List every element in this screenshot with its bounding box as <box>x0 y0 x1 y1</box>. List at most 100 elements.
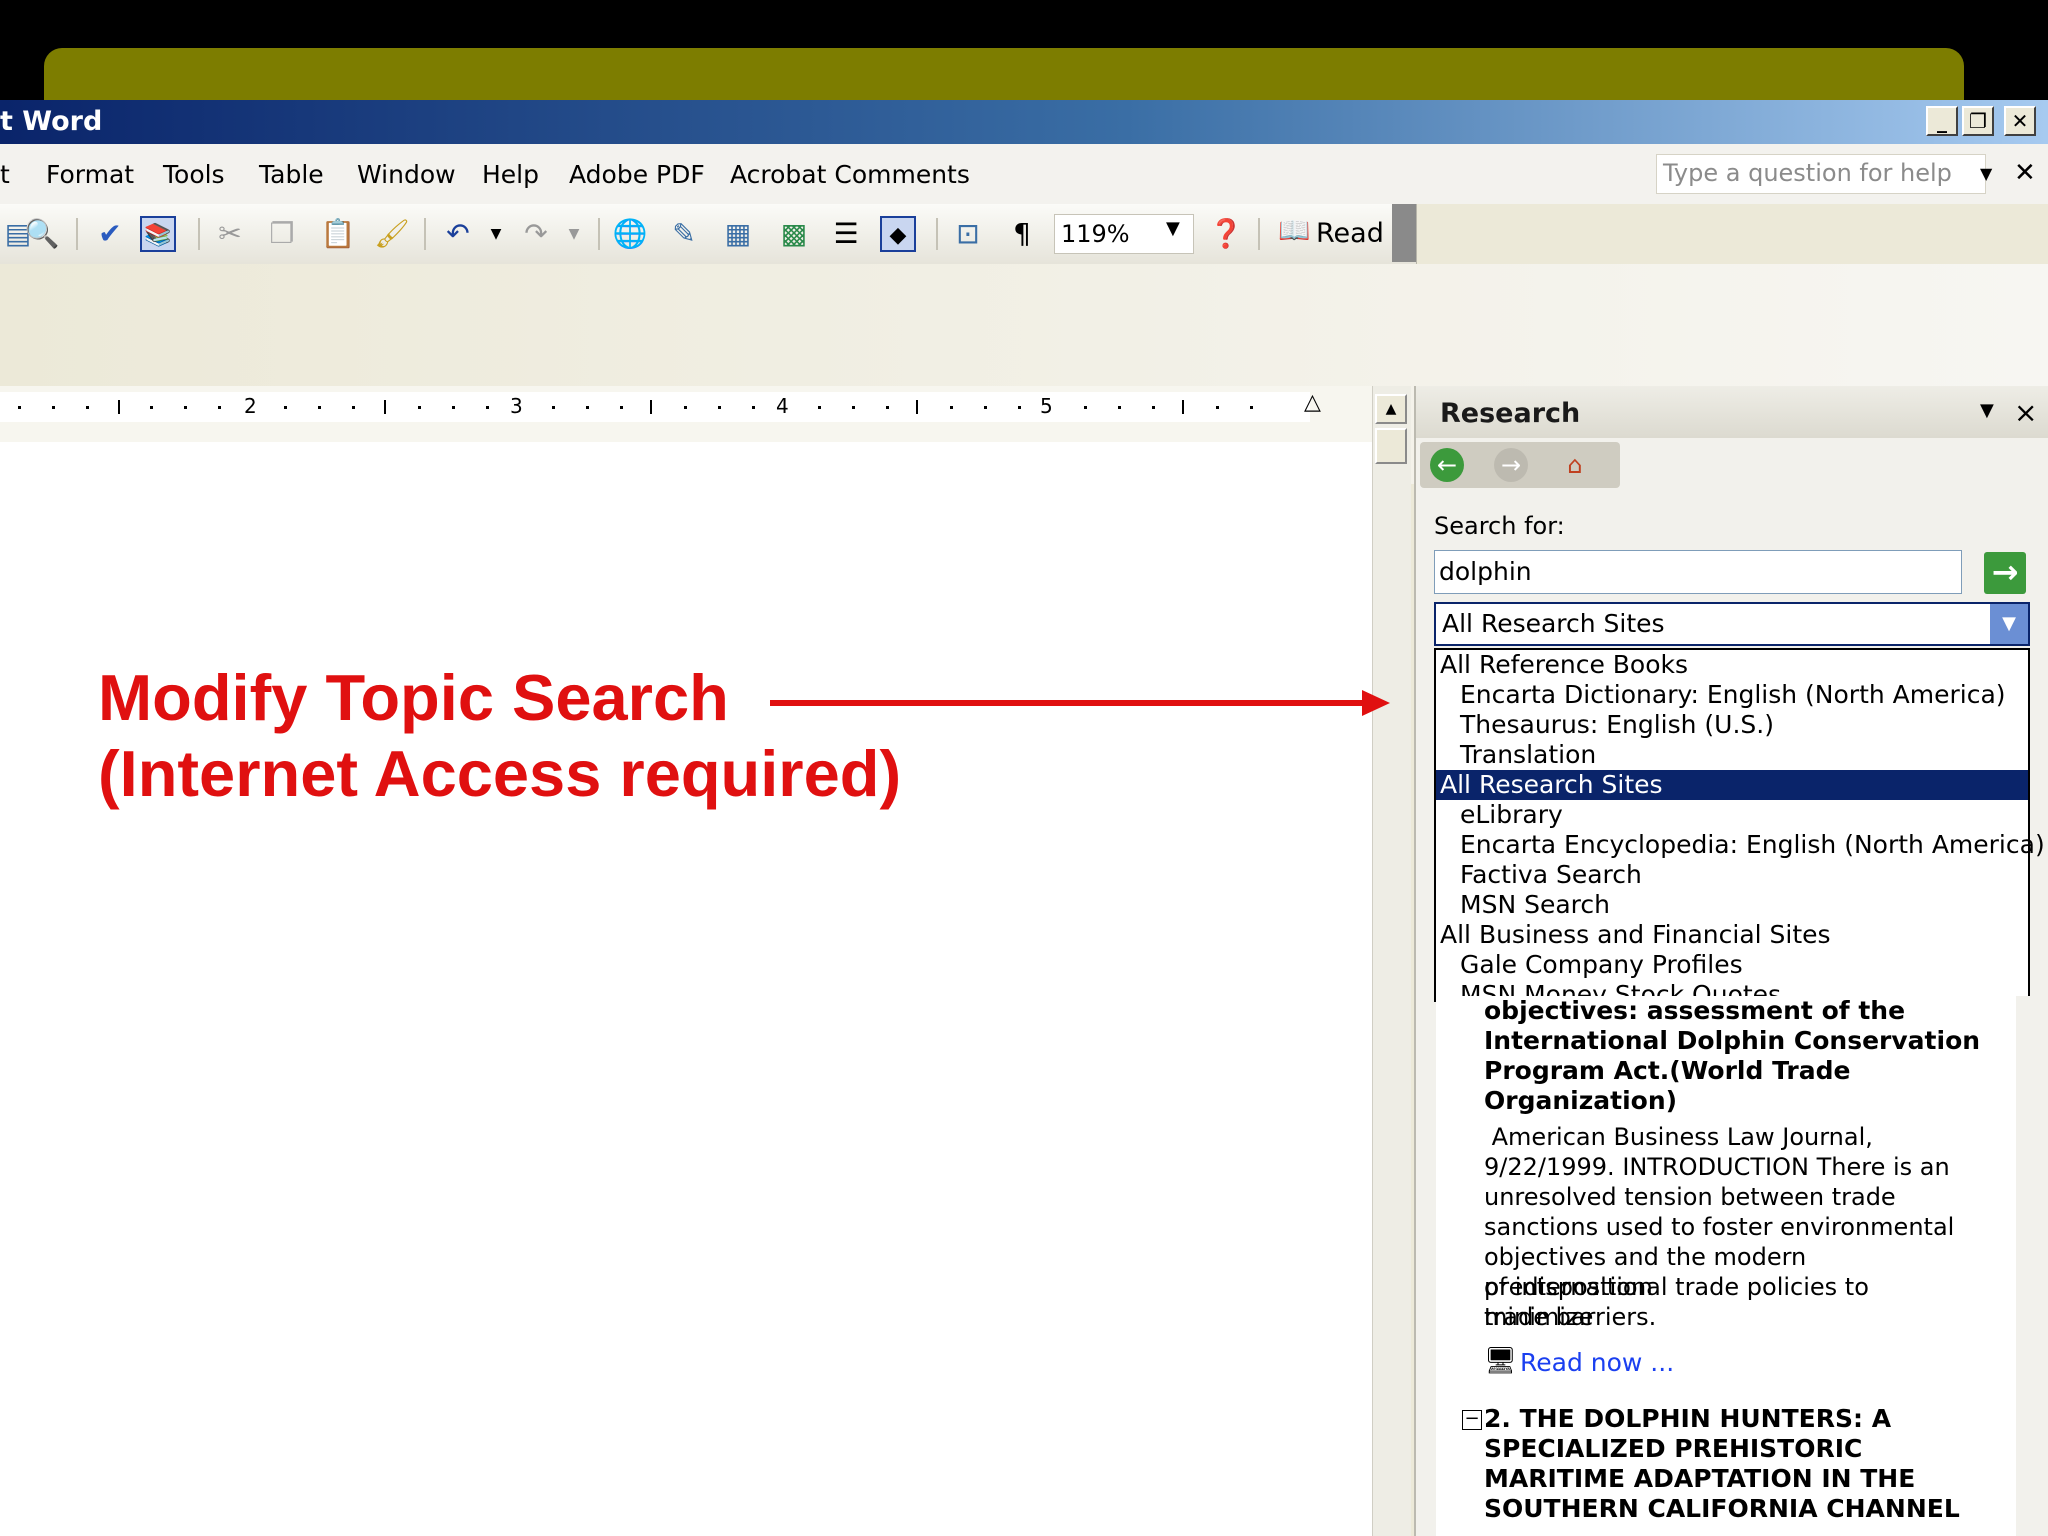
word-window: t Word _ ❐ ✕ t Format Tools Table Window… <box>0 100 2048 1536</box>
ruler-dot <box>284 406 287 409</box>
help-dropdown-icon[interactable]: ▼ <box>1980 164 1992 183</box>
option-all-reference-books[interactable]: All Reference Books <box>1436 650 2028 680</box>
copy-icon[interactable]: ❐ <box>264 216 300 252</box>
source-dropdown-list: All Reference Books Encarta Dictionary: … <box>1434 648 2045 1009</box>
forward-icon[interactable]: → <box>1494 448 1528 482</box>
pane-header: Research ▼ × <box>1416 386 2048 438</box>
format-painter-icon[interactable]: 🖌 <box>374 216 410 252</box>
menu-adobe-pdf[interactable]: Adobe PDF <box>569 160 705 189</box>
read-icon: 📖 <box>1278 216 1311 246</box>
option-factiva-search[interactable]: Factiva Search <box>1436 860 2028 890</box>
tables-borders-icon[interactable]: ✎ <box>666 216 702 252</box>
menu-help[interactable]: Help <box>482 160 539 189</box>
ruler-dot <box>886 406 889 409</box>
restore-button[interactable]: ❐ <box>1962 106 1994 136</box>
result-snippet-line: sanctions used to foster environmental <box>1484 1213 1955 1241</box>
toolbar-options-button[interactable] <box>1392 204 1416 262</box>
pane-close-icon[interactable]: × <box>2014 396 2037 429</box>
option-thesaurus[interactable]: Thesaurus: English (U.S.) <box>1436 710 2028 740</box>
minimize-button[interactable]: _ <box>1926 106 1958 136</box>
ruler-dot <box>1216 406 1219 409</box>
zoom-dropdown-icon[interactable]: ▼ <box>1166 218 1180 239</box>
ruler-dot <box>984 406 987 409</box>
result-title-line[interactable]: Program Act.(World Trade <box>1484 1056 1984 1086</box>
ruler-tick <box>384 400 386 414</box>
chevron-down-icon[interactable]: ▼ <box>1990 604 2028 644</box>
insert-excel-icon[interactable]: ▩ <box>776 216 812 252</box>
document-close-button[interactable]: ✕ <box>2014 158 2036 188</box>
drawing-icon[interactable]: ◆ <box>880 216 916 252</box>
ruler-tick <box>118 400 120 414</box>
cut-icon[interactable]: ✂ <box>212 216 248 252</box>
ruler-dot <box>852 406 855 409</box>
window-title: t Word <box>0 106 103 137</box>
option-encarta-encyclopedia[interactable]: Encarta Encyclopedia: English (North Ame… <box>1436 830 2045 860</box>
option-all-research-sites[interactable]: All Research Sites <box>1436 770 2028 800</box>
result-title-line[interactable]: International Dolphin Conservation <box>1484 1026 1984 1056</box>
ruler-dot <box>1018 406 1021 409</box>
document-map-icon[interactable]: ⊡ <box>950 216 986 252</box>
result-title-line[interactable]: 2. THE DOLPHIN HUNTERS: A <box>1484 1404 1984 1434</box>
redo-icon[interactable]: ↷ <box>518 216 554 252</box>
right-indent-marker-icon[interactable]: △ <box>1304 390 1321 415</box>
help-icon[interactable]: ❓ <box>1208 216 1244 252</box>
back-icon[interactable]: ← <box>1430 448 1464 482</box>
option-gale-company-profiles[interactable]: Gale Company Profiles <box>1436 950 2028 980</box>
scroll-thumb[interactable] <box>1375 428 1407 464</box>
toolbar-separator <box>1258 218 1260 250</box>
callout-line-2: (Internet Access required) <box>98 737 902 810</box>
paste-icon[interactable]: 📋 <box>320 216 356 252</box>
scroll-up-icon[interactable]: ▲ <box>1375 394 1407 424</box>
option-msn-search[interactable]: MSN Search <box>1436 890 2028 920</box>
read-now-link[interactable]: Read now ... <box>1520 1348 1674 1377</box>
option-elibrary[interactable]: eLibrary <box>1436 800 2028 830</box>
menu-edit[interactable]: t <box>0 160 10 189</box>
home-icon[interactable]: ⌂ <box>1558 448 1592 482</box>
option-all-business-sites[interactable]: All Business and Financial Sites <box>1436 920 2028 950</box>
insert-table-icon[interactable]: ▦ <box>720 216 756 252</box>
start-search-button[interactable]: → <box>1984 552 2026 594</box>
horizontal-ruler[interactable]: 2 3 4 5 △ <box>0 386 1372 443</box>
research-icon[interactable]: 📚 <box>140 216 176 252</box>
result-snippet-line: unresolved tension between trade <box>1484 1183 1896 1211</box>
ruler-tick <box>650 400 652 414</box>
pane-menu-icon[interactable]: ▼ <box>1980 400 1994 421</box>
read-button[interactable]: Read <box>1316 218 1384 249</box>
menu-format[interactable]: Format <box>46 160 134 189</box>
result-title-line[interactable]: SOUTHERN CALIFORNIA CHANNEL <box>1484 1494 1984 1524</box>
help-search-input[interactable]: Type a question for help <box>1656 154 1986 194</box>
search-input[interactable]: dolphin <box>1434 550 1962 594</box>
result-title-line[interactable]: Organization) <box>1484 1086 1984 1116</box>
result-title-line[interactable]: MARITIME ADAPTATION IN THE <box>1484 1464 1984 1494</box>
menu-acrobat-comments[interactable]: Acrobat Comments <box>730 160 970 189</box>
print-preview-icon[interactable]: 🔍 <box>24 216 60 252</box>
result-title-line[interactable]: objectives: assessment of the <box>1484 996 1984 1026</box>
show-formatting-icon[interactable]: ¶ <box>1004 216 1040 252</box>
ruler-dot <box>150 406 153 409</box>
undo-dropdown-icon[interactable]: ▼ <box>478 216 514 252</box>
collapse-icon[interactable]: − <box>1462 1410 1482 1430</box>
vertical-scrollbar[interactable]: ▲ <box>1372 386 1411 1536</box>
toolbar-separator <box>936 218 938 250</box>
ruler-dot <box>684 406 687 409</box>
research-pane: Research ▼ × ← → ⌂ Search for: dolphin →… <box>1414 386 2048 1536</box>
ruler-dot <box>486 406 489 409</box>
document-page[interactable] <box>0 442 1372 1536</box>
menu-window[interactable]: Window <box>357 160 456 189</box>
columns-icon[interactable]: ☰ <box>828 216 864 252</box>
close-button[interactable]: ✕ <box>2004 106 2036 136</box>
ruler-dot <box>86 406 89 409</box>
menu-table[interactable]: Table <box>259 160 324 189</box>
ruler-number: 4 <box>776 394 789 418</box>
redo-dropdown-icon[interactable]: ▼ <box>556 216 592 252</box>
results-scrollbar[interactable] <box>2016 996 2048 1536</box>
source-select[interactable]: All Research Sites <box>1434 602 2030 646</box>
option-encarta-dictionary[interactable]: Encarta Dictionary: English (North Ameri… <box>1436 680 2028 710</box>
result-title-line[interactable]: SPECIALIZED PREHISTORIC <box>1484 1434 1984 1464</box>
spelling-icon[interactable]: ✔ <box>92 216 128 252</box>
menu-tools[interactable]: Tools <box>163 160 225 189</box>
option-translation[interactable]: Translation <box>1436 740 2028 770</box>
hyperlink-icon[interactable]: 🌐 <box>612 216 648 252</box>
undo-icon[interactable]: ↶ <box>440 216 476 252</box>
toolbar-separator <box>76 218 78 250</box>
